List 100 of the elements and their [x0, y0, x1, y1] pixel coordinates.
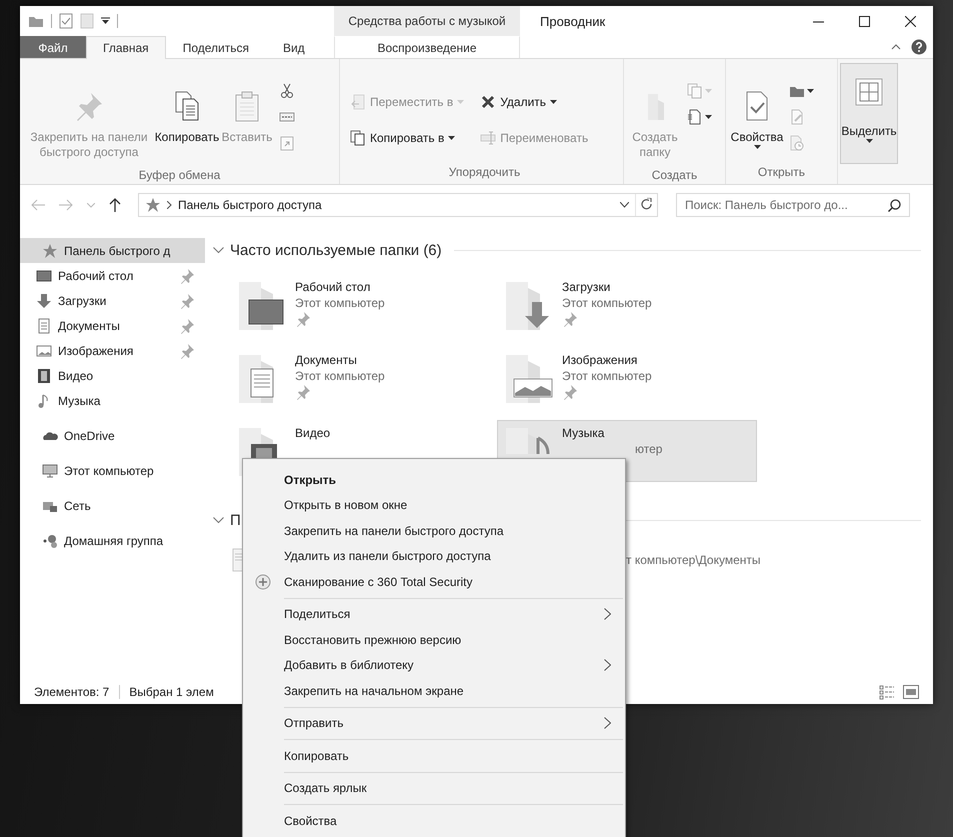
nav-item[interactable]: Загрузки	[20, 288, 205, 313]
large-icons-view-icon	[903, 685, 919, 699]
back-arrow-icon	[31, 199, 45, 211]
page-icon	[80, 13, 94, 29]
folder-location: Этот компьютер	[295, 295, 385, 311]
x-mark-icon	[480, 94, 496, 110]
checkmark-page-icon	[59, 13, 73, 29]
page-icon	[687, 109, 703, 125]
folder-name: Рабочий стол	[295, 279, 370, 295]
ribbon-icon-button[interactable]	[278, 81, 296, 101]
caret-icon	[866, 139, 872, 143]
caret-icon	[754, 145, 760, 149]
folder-tile[interactable]: Изображения Этот компьютер	[497, 347, 757, 409]
pages-icon	[687, 83, 703, 99]
menu-item[interactable]: Восстановить прежнюю версию	[245, 627, 623, 652]
caret-icon	[705, 115, 712, 119]
chevron-down-icon	[87, 202, 95, 208]
star-icon	[42, 242, 58, 258]
pin-icon	[562, 311, 578, 327]
menu-item[interactable]: Закрепить на панели быстрого доступа	[245, 518, 623, 544]
close-icon	[904, 16, 916, 26]
ribbon-icon-button[interactable]	[686, 107, 713, 127]
ribbon-group-label: Открыть	[756, 164, 806, 181]
breadcrumb[interactable]: Панель быстрого доступа	[178, 198, 614, 212]
nav-item[interactable]: OneDrive	[20, 423, 205, 448]
address-bar[interactable]: Панель быстрого доступа	[138, 193, 658, 217]
nav-item[interactable]: Рабочий стол	[20, 263, 205, 288]
folder-location: Этот компьютер	[562, 295, 652, 311]
pin-icon	[179, 268, 195, 284]
computer-icon	[42, 462, 58, 478]
folder-tile[interactable]: Рабочий стол Этот компьютер	[230, 274, 490, 336]
plus-circle-icon	[255, 574, 271, 590]
caret-icon	[550, 100, 558, 104]
folder-location: Этот компьютер	[295, 368, 385, 384]
menu-item[interactable]: Поделиться	[245, 602, 623, 627]
nav-item[interactable]: Домашняя группа	[20, 528, 205, 553]
refresh-icon	[640, 198, 652, 212]
nav-item[interactable]: Видео	[20, 363, 205, 388]
ribbon-tab[interactable]: Вид	[266, 36, 322, 58]
menu-item[interactable]: Сканирование с 360 Total Security	[245, 569, 623, 594]
caret-line-icon	[101, 17, 110, 25]
ribbon-group-label: Создать	[650, 167, 698, 184]
caret-icon	[807, 89, 814, 93]
folder-tile[interactable]: Загрузки Этот компьютер	[497, 274, 757, 336]
pencil-page-icon	[789, 109, 805, 125]
search-field[interactable]: Поиск: Панель быстрого до...	[676, 193, 910, 217]
nav-item[interactable]: Сеть	[20, 493, 205, 518]
ribbon-button[interactable]: Удалить	[478, 91, 590, 113]
page-arrow-icon	[350, 94, 366, 110]
ribbon-tab[interactable]: Поделиться	[166, 36, 266, 58]
menu-item[interactable]: Отправить	[245, 710, 623, 736]
grid-icon	[853, 76, 885, 108]
up-arrow-icon	[109, 198, 121, 212]
nav-item[interactable]: Этот компьютер	[20, 458, 205, 483]
menu-item[interactable]: Создать ярлык	[245, 776, 623, 801]
pages-icon	[350, 130, 366, 146]
ribbon-button[interactable]: Свойства	[728, 63, 786, 162]
caret-icon	[448, 136, 456, 140]
rename-icon	[480, 130, 496, 146]
monitor-icon	[36, 268, 52, 284]
menu-item[interactable]: Добавить в библиотеку	[245, 652, 623, 678]
menu-item[interactable]: Открыть в новом окне	[245, 492, 623, 518]
pin-icon	[179, 292, 195, 308]
details-view-icon	[879, 684, 895, 700]
folder-tile[interactable]: Документы Этот компьютер	[230, 347, 490, 409]
ribbon-button[interactable]: Копировать в	[348, 127, 466, 149]
menu-item[interactable]: Удалить из панели быстрого доступа	[245, 544, 623, 569]
picture-icon	[36, 342, 52, 358]
clock-page-icon	[789, 135, 805, 151]
menu-item[interactable]: Закрепить на начальном экране	[245, 678, 623, 704]
nav-item[interactable]: Музыка	[20, 388, 205, 413]
ribbon-button[interactable]: Выделить	[840, 63, 898, 164]
pin-icon	[295, 384, 311, 400]
context-tab-header: Средства работы с музыкой	[334, 6, 520, 36]
ribbon-tab[interactable]: Файл	[20, 36, 86, 58]
section-header[interactable]: П	[230, 512, 241, 528]
ribbon-group-label: Буфер обмена	[138, 167, 222, 184]
chevron-right-icon	[167, 201, 172, 209]
menu-item[interactable]: Свойства	[245, 808, 623, 834]
item-count: Элементов: 7	[34, 685, 120, 699]
caret-icon	[457, 100, 464, 104]
caret-icon	[705, 89, 712, 93]
section-header[interactable]: Часто используемые папки (6)	[230, 242, 442, 258]
film-icon	[36, 368, 52, 384]
selection-info: Выбран 1 элем	[128, 685, 214, 699]
ribbon-group-label: Упорядочить	[448, 164, 522, 181]
homegroup-icon	[42, 532, 58, 548]
menu-item[interactable]: Копировать	[245, 743, 623, 768]
help-icon	[911, 39, 927, 55]
nav-item[interactable]: Изображения	[20, 338, 205, 363]
nav-item[interactable]: Документы	[20, 313, 205, 338]
ribbon-tab[interactable]: Главная	[86, 36, 166, 59]
nav-item[interactable]: Панель быстрого д	[20, 238, 205, 263]
chevron-down-icon	[620, 202, 629, 208]
pin-icon	[179, 342, 195, 358]
folder-location: ютер	[635, 441, 662, 457]
forward-arrow-icon	[59, 199, 73, 211]
folder-name: Музыка	[562, 425, 604, 441]
folder-location: Этот компьютер	[562, 368, 652, 384]
file-location: т компьютер\Документы	[626, 553, 761, 567]
